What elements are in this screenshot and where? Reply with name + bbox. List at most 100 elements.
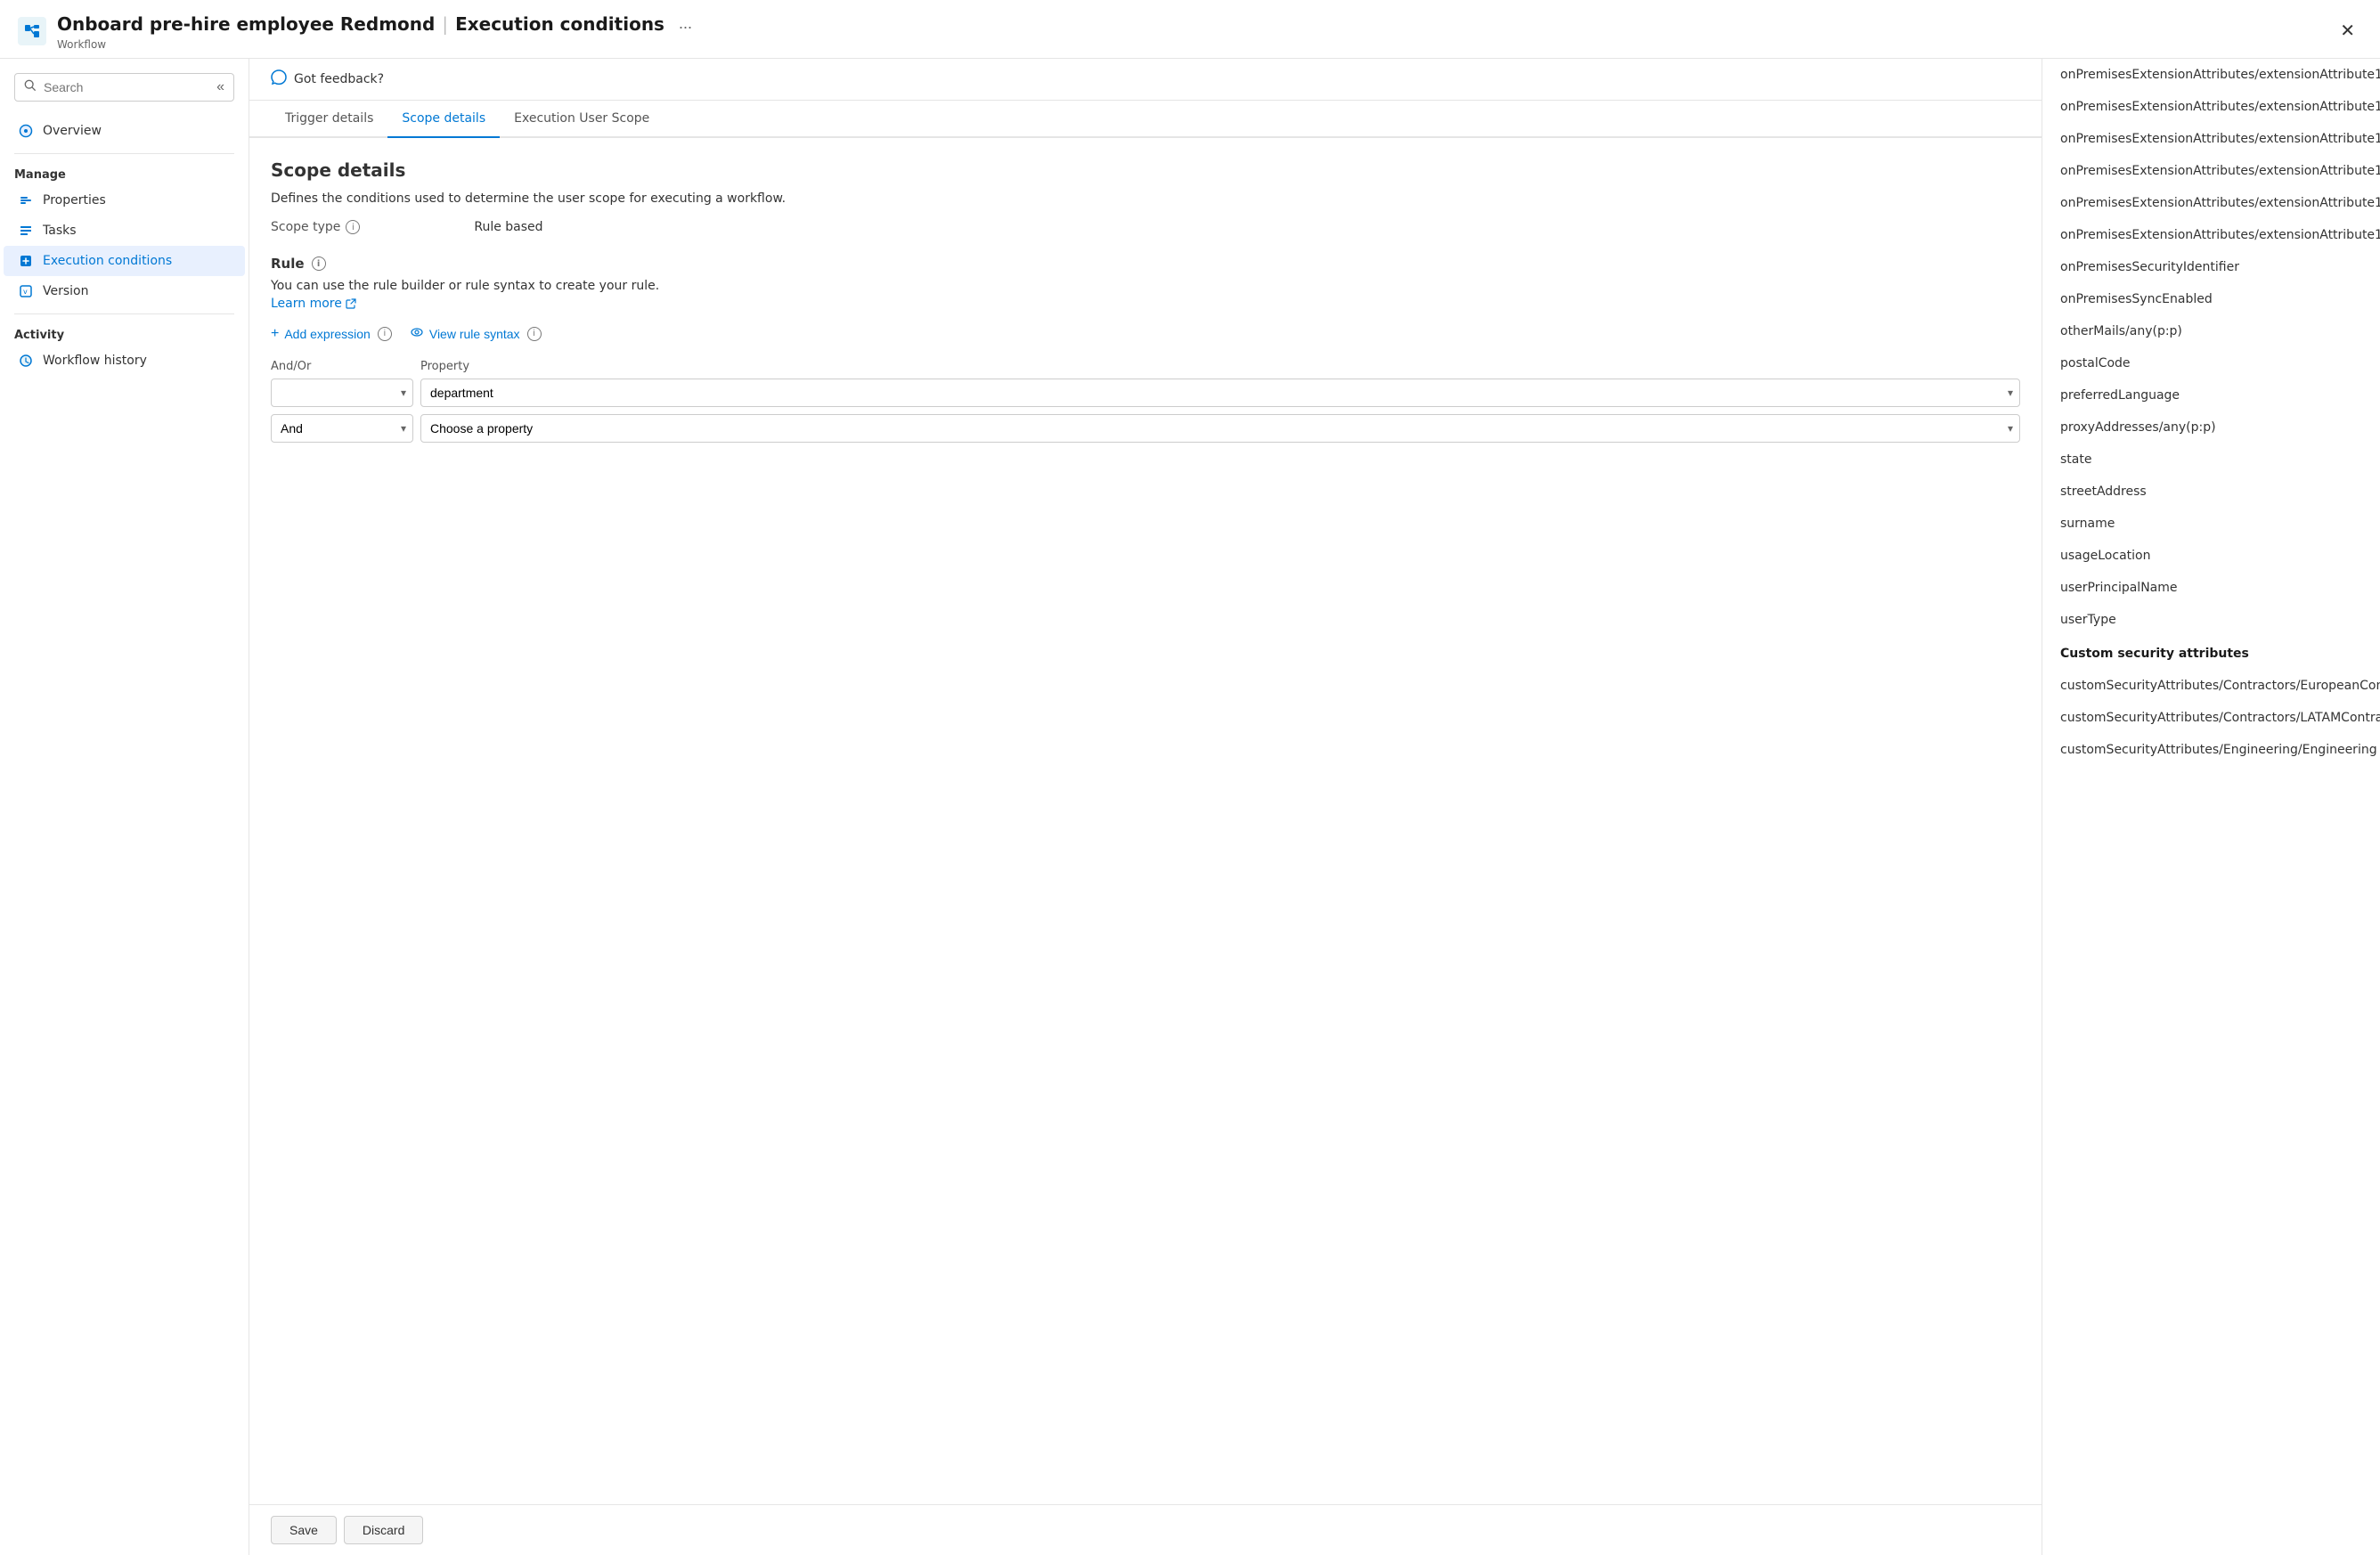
execution-conditions-icon xyxy=(18,253,34,269)
scope-type-row: Scope type i Rule based xyxy=(271,220,2020,234)
rule-description: You can use the rule builder or rule syn… xyxy=(271,279,2020,293)
header-title-block: Onboard pre-hire employee Redmond | Exec… xyxy=(57,11,699,51)
header-title: Onboard pre-hire employee Redmond | Exec… xyxy=(57,11,699,37)
dropdown-item[interactable]: onPremisesExtensionAttributes/extensionA… xyxy=(2042,155,2380,187)
rule-title: Rule xyxy=(271,256,305,272)
collapse-sidebar-button[interactable]: « xyxy=(216,79,224,95)
property-select-wrap-2: Choose a property ▾ xyxy=(420,414,2020,443)
dropdown-item[interactable]: onPremisesExtensionAttributes/extensionA… xyxy=(2042,219,2380,251)
sidebar-item-version[interactable]: v Version xyxy=(4,276,245,306)
scope-type-value: Rule based xyxy=(474,220,542,234)
and-or-select-wrap-1: And Or ▾ xyxy=(271,379,413,407)
add-expression-button[interactable]: + Add expression i xyxy=(271,326,392,342)
execution-conditions-label: Execution conditions xyxy=(43,254,172,268)
header-ellipsis-button[interactable]: ... xyxy=(672,11,699,37)
property-select-wrap-1: department ▾ xyxy=(420,379,2020,407)
header-separator: | xyxy=(442,13,448,35)
sidebar-item-properties[interactable]: Properties xyxy=(4,185,245,216)
dropdown-item[interactable]: surname xyxy=(2042,508,2380,540)
dropdown-item[interactable]: userPrincipalName xyxy=(2042,572,2380,604)
rule-header: Rule i xyxy=(271,256,2020,272)
dropdown-item[interactable]: customSecurityAttributes/Engineering/Eng… xyxy=(2042,734,2380,766)
and-or-select-1[interactable]: And Or xyxy=(271,379,413,407)
dropdown-item[interactable]: onPremisesSyncEnabled xyxy=(2042,283,2380,315)
footer: Save Discard xyxy=(249,1504,2042,1555)
dropdown-item[interactable]: streetAddress xyxy=(2042,476,2380,508)
sidebar: « Overview Manage Properties xyxy=(0,59,249,1555)
eye-icon xyxy=(410,325,424,342)
dropdown-item[interactable]: usageLocation xyxy=(2042,540,2380,572)
dropdown-section-header: Custom security attributes xyxy=(2042,636,2380,670)
scope-type-info-icon[interactable]: i xyxy=(346,220,360,234)
close-button[interactable]: ✕ xyxy=(2333,19,2362,44)
manage-divider xyxy=(14,153,234,154)
tabs: Trigger details Scope details Execution … xyxy=(249,101,2042,138)
dropdown-item[interactable]: customSecurityAttributes/Contractors/Eur… xyxy=(2042,670,2380,702)
tasks-icon xyxy=(18,223,34,239)
tasks-label: Tasks xyxy=(43,224,77,238)
dropdown-item[interactable]: onPremisesExtensionAttributes/extensionA… xyxy=(2042,59,2380,91)
dropdown-item[interactable]: onPremisesExtensionAttributes/extensionA… xyxy=(2042,91,2380,123)
and-or-select-wrap-2: And Or ▾ xyxy=(271,414,413,443)
svg-text:v: v xyxy=(23,288,28,296)
rule-info-icon[interactable]: i xyxy=(312,256,326,271)
external-link-icon xyxy=(346,298,356,309)
view-rule-syntax-button[interactable]: View rule syntax i xyxy=(410,325,542,342)
table-row: And Or ▾ Choose a property ▾ xyxy=(271,414,2020,443)
dropdown-item[interactable]: onPremisesSecurityIdentifier xyxy=(2042,251,2380,283)
activity-section-label: Activity xyxy=(0,322,249,346)
dropdown-item[interactable]: userType xyxy=(2042,604,2380,636)
and-or-column-header: And/Or xyxy=(271,360,413,373)
dropdown-item[interactable]: postalCode xyxy=(2042,347,2380,379)
sidebar-item-workflow-history[interactable]: Workflow history xyxy=(4,346,245,376)
overview-icon xyxy=(18,123,34,139)
search-input-wrap: « xyxy=(14,73,234,102)
feedback-text: Got feedback? xyxy=(294,72,384,86)
search-input[interactable] xyxy=(44,80,209,94)
save-button[interactable]: Save xyxy=(271,1516,337,1544)
workflow-history-label: Workflow history xyxy=(43,354,147,368)
manage-section-label: Manage xyxy=(0,161,249,185)
workflow-icon xyxy=(18,17,46,45)
version-label: Version xyxy=(43,284,88,298)
learn-more-link[interactable]: Learn more xyxy=(271,297,356,311)
app-container: Onboard pre-hire employee Redmond | Exec… xyxy=(0,0,2380,1555)
search-icon xyxy=(24,79,37,95)
rule-table: And/Or Property And Or ▾ xyxy=(271,360,2020,443)
rule-actions: + Add expression i View rule syntax i xyxy=(271,325,2020,342)
header-subtitle: Workflow xyxy=(57,38,699,51)
workflow-history-icon xyxy=(18,353,34,369)
view-syntax-info-icon[interactable]: i xyxy=(527,327,542,341)
rule-section: Rule i You can use the rule builder or r… xyxy=(271,256,2020,443)
tab-trigger-details[interactable]: Trigger details xyxy=(271,101,387,138)
rule-table-header: And/Or Property xyxy=(271,360,2020,373)
tab-execution-user-scope[interactable]: Execution User Scope xyxy=(500,101,664,138)
title-text: Onboard pre-hire employee Redmond xyxy=(57,13,435,35)
search-box: « xyxy=(14,73,234,102)
property-select-1[interactable]: department xyxy=(420,379,2020,407)
feedback-bar: Got feedback? xyxy=(249,59,2042,101)
sidebar-item-overview[interactable]: Overview xyxy=(4,116,245,146)
dropdown-item[interactable]: otherMails/any(p:p) xyxy=(2042,315,2380,347)
and-or-select-2[interactable]: And Or xyxy=(271,414,413,443)
dropdown-item[interactable]: preferredLanguage xyxy=(2042,379,2380,411)
dropdown-item[interactable]: onPremisesExtensionAttributes/extensionA… xyxy=(2042,123,2380,155)
properties-label: Properties xyxy=(43,193,106,208)
discard-button[interactable]: Discard xyxy=(344,1516,423,1544)
dropdown-item[interactable]: state xyxy=(2042,444,2380,476)
feedback-icon xyxy=(271,69,287,89)
header-actions: ✕ xyxy=(2333,19,2362,44)
scope-title: Scope details xyxy=(271,159,2020,181)
table-row: And Or ▾ department ▾ xyxy=(271,379,2020,407)
tab-scope-details[interactable]: Scope details xyxy=(387,101,500,138)
sidebar-item-execution-conditions[interactable]: Execution conditions xyxy=(4,246,245,276)
overview-label: Overview xyxy=(43,124,102,138)
sidebar-item-tasks[interactable]: Tasks xyxy=(4,216,245,246)
dropdown-item[interactable]: customSecurityAttributes/Contractors/LAT… xyxy=(2042,702,2380,734)
dropdown-item[interactable]: proxyAddresses/any(p:p) xyxy=(2042,411,2380,444)
property-select-2[interactable]: Choose a property xyxy=(420,414,2020,443)
activity-divider xyxy=(14,313,234,314)
subtitle-right: Execution conditions xyxy=(455,13,664,35)
dropdown-item[interactable]: onPremisesExtensionAttributes/extensionA… xyxy=(2042,187,2380,219)
add-expression-info-icon[interactable]: i xyxy=(378,327,392,341)
